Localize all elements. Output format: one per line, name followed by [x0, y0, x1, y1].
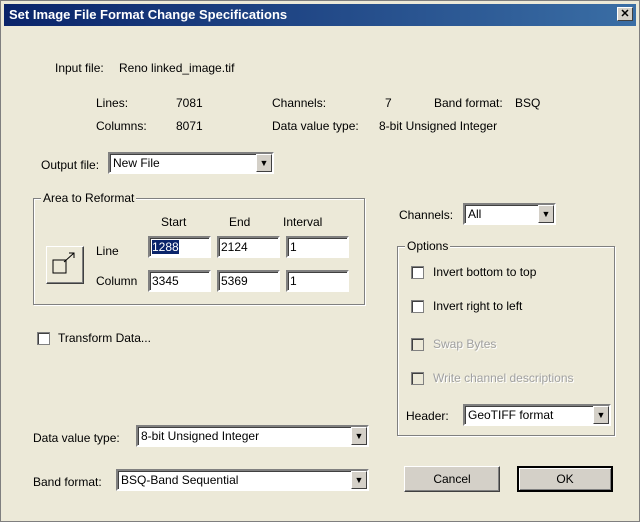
interval-header: Interval — [283, 215, 323, 229]
column-start-input[interactable]: 3345 — [148, 270, 211, 292]
column-end-input[interactable]: 5369 — [217, 270, 280, 292]
write-channel-label: Write channel descriptions — [433, 371, 574, 385]
cancel-button[interactable]: Cancel — [404, 466, 500, 492]
line-start-input[interactable]: 1288 — [148, 236, 211, 258]
column-interval-input[interactable]: 1 — [286, 270, 349, 292]
close-button[interactable]: ✕ — [617, 7, 633, 21]
invert-right-label: Invert right to left — [433, 299, 523, 313]
area-select-icon — [52, 252, 75, 274]
invert-bottom-checkbox[interactable] — [411, 266, 424, 279]
write-channel-checkbox — [411, 372, 424, 385]
invert-bottom-label: Invert bottom to top — [433, 265, 537, 279]
line-label: Line — [96, 244, 119, 258]
lines-label: Lines: — [96, 96, 129, 110]
data-type-info-value: 8-bit Unsigned Integer — [379, 119, 498, 133]
window-title: Set Image File Format Change Specificati… — [9, 7, 288, 22]
chevron-down-icon[interactable]: ▼ — [351, 471, 367, 489]
title-bar[interactable]: Set Image File Format Change Specificati… — [4, 4, 636, 26]
channels-info-value: 7 — [385, 96, 392, 110]
transform-data-label: Transform Data... — [58, 331, 151, 345]
input-file-label: Input file: — [55, 61, 104, 75]
invert-right-checkbox[interactable] — [411, 300, 424, 313]
lines-value: 7081 — [176, 96, 203, 110]
data-value-type-label: Data value type: — [33, 431, 120, 445]
chevron-down-icon[interactable]: ▼ — [351, 427, 367, 445]
header-value: GeoTIFF format — [468, 408, 554, 422]
header-dropdown[interactable]: GeoTIFF format ▼ — [463, 404, 611, 426]
area-select-button[interactable] — [46, 246, 84, 284]
line-interval-input[interactable]: 1 — [286, 236, 349, 258]
columns-label: Columns: — [96, 119, 147, 133]
channels-value: All — [468, 207, 482, 221]
channels-dropdown[interactable]: All ▼ — [463, 203, 556, 225]
column-label: Column — [96, 274, 138, 288]
input-file-value: Reno linked_image.tif — [119, 61, 235, 75]
ok-button[interactable]: OK — [517, 466, 613, 492]
output-file-value: New File — [113, 156, 160, 170]
output-file-dropdown[interactable]: New File ▼ — [108, 152, 274, 174]
data-value-type-value: 8-bit Unsigned Integer — [141, 429, 260, 443]
chevron-down-icon[interactable]: ▼ — [256, 154, 272, 172]
data-value-type-dropdown[interactable]: 8-bit Unsigned Integer ▼ — [136, 425, 369, 447]
area-group-title: Area to Reformat — [41, 191, 137, 205]
data-type-info-label: Data value type: — [272, 119, 359, 133]
band-format-info-label: Band format: — [434, 96, 503, 110]
band-format-dropdown[interactable]: BSQ-Band Sequential ▼ — [116, 469, 369, 491]
band-format-info-value: BSQ — [515, 96, 541, 110]
band-format-label: Band format: — [33, 475, 102, 489]
swap-bytes-checkbox — [411, 338, 424, 351]
end-header: End — [229, 215, 251, 229]
output-file-label: Output file: — [41, 158, 100, 172]
chevron-down-icon[interactable]: ▼ — [538, 205, 554, 223]
dialog-window: Set Image File Format Change Specificati… — [0, 0, 640, 522]
line-end-input[interactable]: 2124 — [217, 236, 280, 258]
header-label: Header: — [406, 409, 449, 423]
transform-data-checkbox[interactable] — [37, 332, 50, 345]
chevron-down-icon[interactable]: ▼ — [593, 406, 609, 424]
line-start-value: 1288 — [152, 240, 179, 254]
start-header: Start — [161, 215, 187, 229]
channels-info-label: Channels: — [272, 96, 327, 110]
channels-label: Channels: — [399, 208, 454, 222]
columns-value: 8071 — [176, 119, 203, 133]
options-group-title: Options — [405, 239, 451, 253]
swap-bytes-label: Swap Bytes — [433, 337, 497, 351]
band-format-value: BSQ-Band Sequential — [121, 473, 239, 487]
